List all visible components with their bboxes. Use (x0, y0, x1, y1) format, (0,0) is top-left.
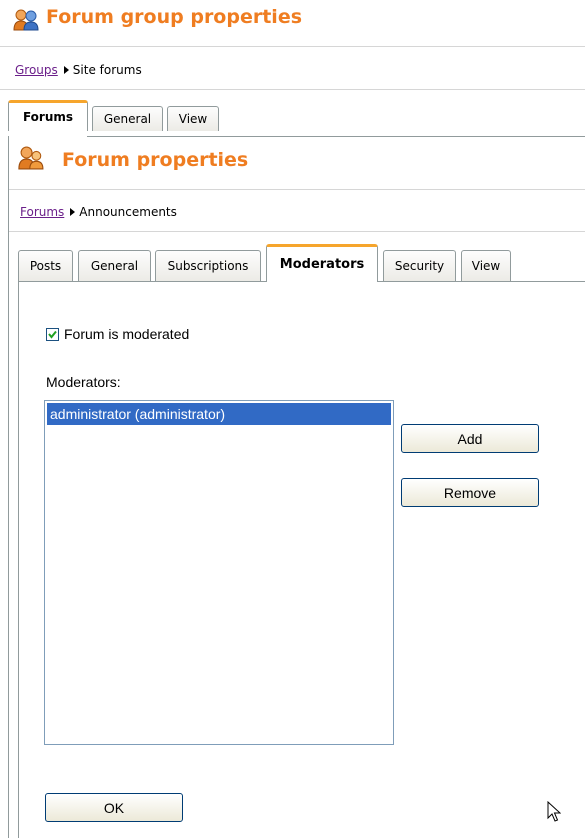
moderated-checkbox-label[interactable]: Forum is moderated (64, 326, 189, 342)
tab-label: Security (394, 259, 445, 273)
page-header: Forum group properties (0, 0, 585, 47)
tab-label: Moderators (279, 257, 365, 272)
tab-label: Forums (22, 110, 74, 124)
mouse-cursor-icon (547, 801, 561, 822)
page-title: Forum group properties (46, 6, 303, 28)
breadcrumb-arrow-icon (70, 208, 76, 216)
moderated-checkbox[interactable] (46, 328, 59, 341)
divider (9, 231, 585, 232)
users-icon (13, 9, 39, 31)
ok-button[interactable]: OK (45, 793, 183, 822)
tab-general[interactable]: General (78, 250, 151, 281)
tab-general[interactable]: General (92, 106, 163, 131)
breadcrumb-arrow-icon (63, 66, 69, 74)
breadcrumb-link-forums[interactable]: Forums (20, 205, 64, 219)
breadcrumb-current: Announcements (79, 205, 177, 219)
tab-subscriptions[interactable]: Subscriptions (155, 250, 261, 281)
tab-security[interactable]: Security (383, 250, 456, 281)
add-button[interactable]: Add (401, 424, 539, 453)
list-item[interactable]: administrator (administrator) (47, 403, 391, 425)
divider (0, 89, 585, 90)
tab-view[interactable]: View (461, 250, 511, 281)
tab-label: View (471, 259, 501, 273)
forum-title: Forum properties (62, 149, 249, 171)
tab-label: View (178, 112, 208, 126)
tab-moderators[interactable]: Moderators (266, 244, 378, 282)
active-tab-join (267, 278, 377, 284)
tab-view[interactable]: View (167, 106, 219, 131)
divider (9, 189, 585, 190)
forum-breadcrumb: Forums Announcements (20, 205, 177, 219)
tab-label: General (103, 112, 152, 126)
moderators-label: Moderators: (46, 374, 121, 390)
tab-forums[interactable]: Forums (8, 100, 88, 131)
tab-posts[interactable]: Posts (18, 250, 73, 281)
active-tab-join (9, 131, 87, 137)
tab-label: Posts (29, 259, 62, 273)
remove-button[interactable]: Remove (401, 478, 539, 507)
breadcrumb-current: Site forums (72, 63, 142, 77)
tab-label: General (90, 259, 139, 273)
breadcrumb: Groups Site forums (15, 63, 142, 77)
checkmark-icon (48, 330, 57, 339)
moderators-listbox[interactable]: administrator (administrator) (44, 400, 394, 745)
tab-label: Subscriptions (167, 259, 249, 273)
users-icon (18, 146, 44, 170)
breadcrumb-link-groups[interactable]: Groups (15, 63, 58, 77)
